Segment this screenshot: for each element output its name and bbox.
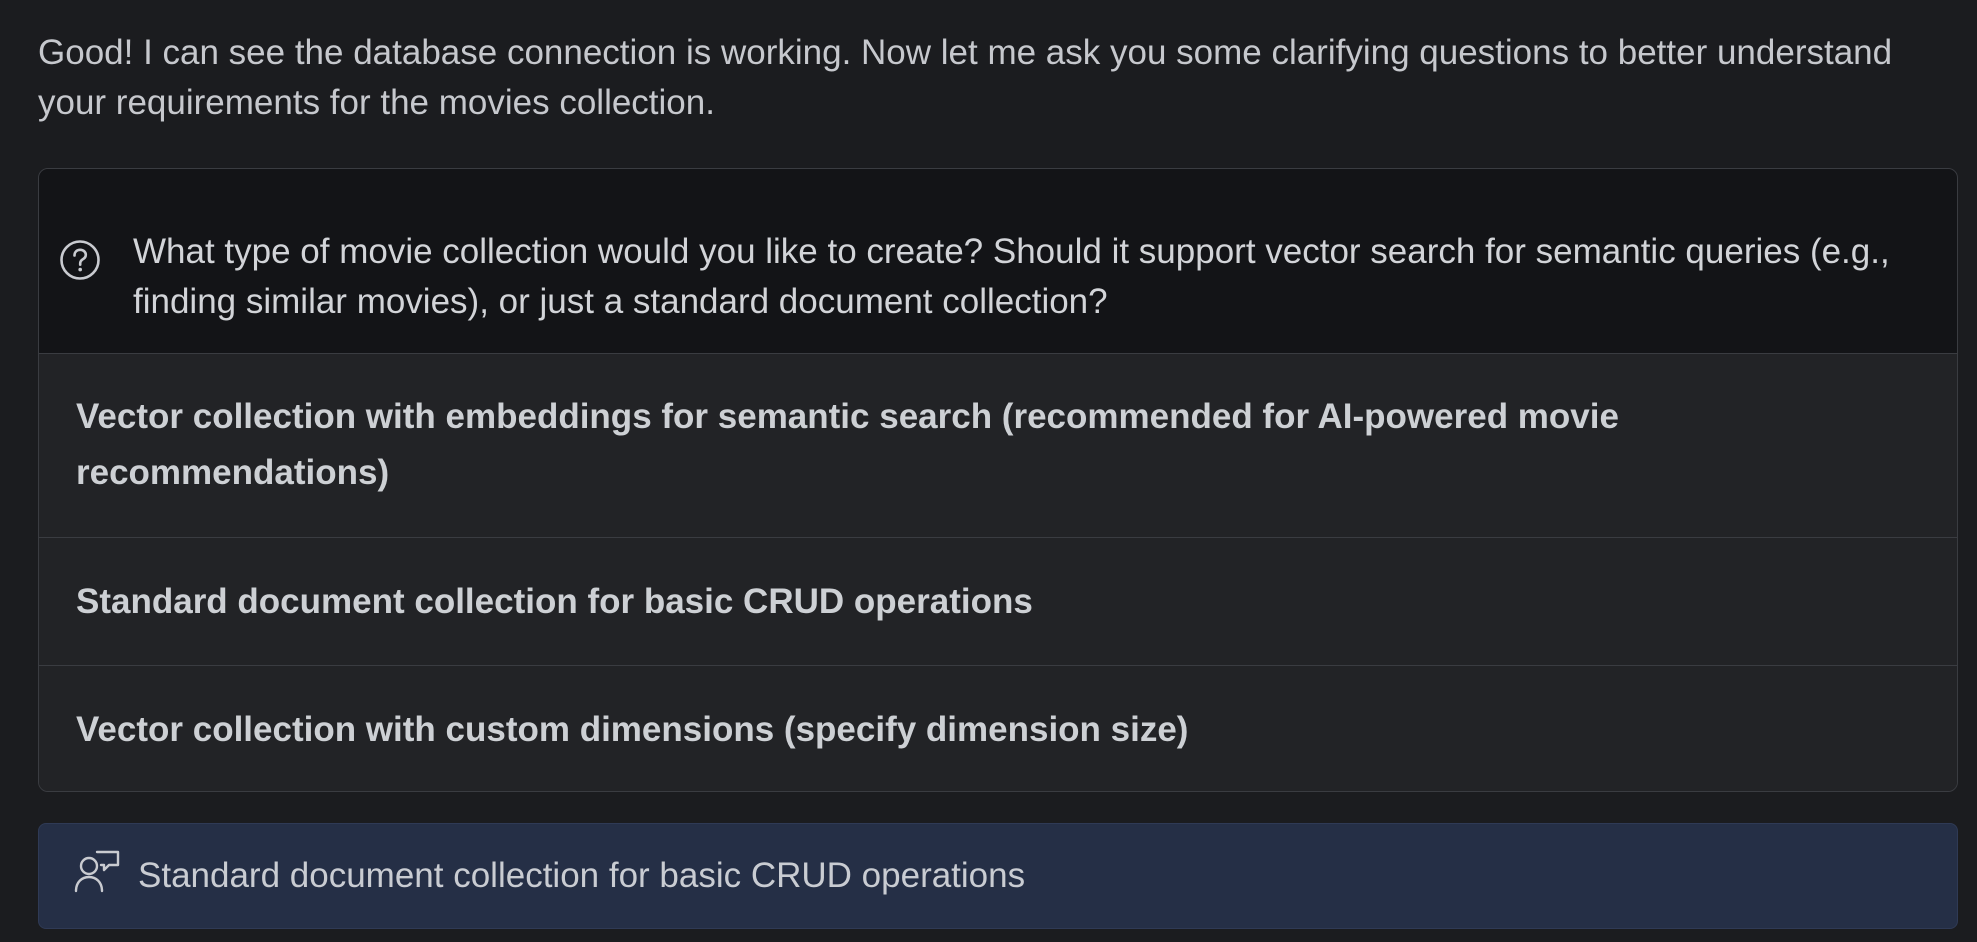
question-text: What type of movie collection would you … <box>133 232 1890 321</box>
question-header: What type of movie collection would you … <box>39 169 1957 354</box>
user-response-icon <box>73 849 121 895</box>
option-standard-document[interactable]: Standard document collection for basic C… <box>39 538 1957 666</box>
chat-page: Good! I can see the database connection … <box>0 0 1977 942</box>
option-label: Vector collection with custom dimensions… <box>76 710 1189 749</box>
option-label: Standard document collection for basic C… <box>76 582 1033 621</box>
selected-answer-text: Standard document collection for basic C… <box>138 856 1026 895</box>
assistant-message: Good! I can see the database connection … <box>38 33 1893 122</box>
option-label: Vector collection with embeddings for se… <box>76 397 1619 492</box>
option-vector-embeddings[interactable]: Vector collection with embeddings for se… <box>39 354 1957 538</box>
question-card: What type of movie collection would you … <box>38 168 1958 792</box>
option-vector-custom-dimensions[interactable]: Vector collection with custom dimensions… <box>39 666 1957 791</box>
question-circle-icon <box>59 239 101 281</box>
selected-answer: Standard document collection for basic C… <box>38 823 1958 929</box>
